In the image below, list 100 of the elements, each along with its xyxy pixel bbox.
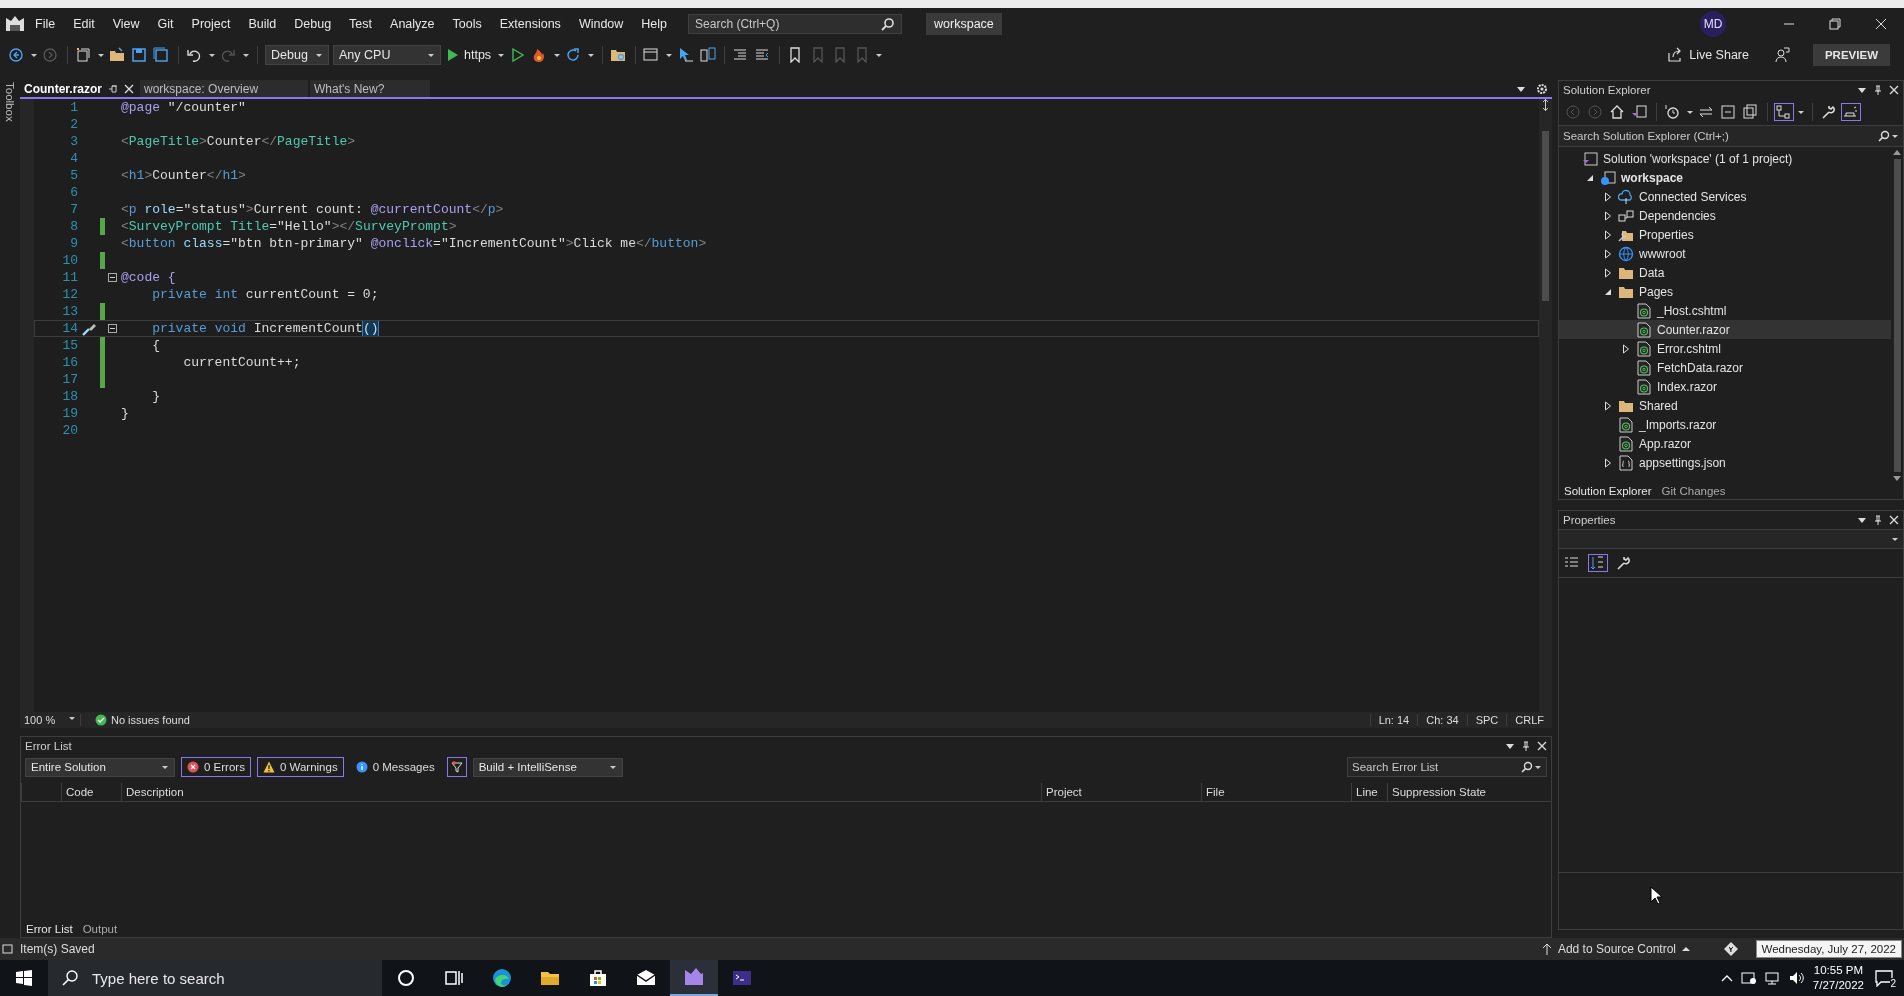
collapsed-arrow-icon[interactable] — [1604, 210, 1612, 221]
feedback-person-icon[interactable] — [1772, 47, 1791, 63]
taskbar-search-field[interactable]: Type here to search — [48, 960, 382, 996]
sort-alpha-icon[interactable] — [1589, 555, 1607, 571]
tree-item[interactable]: App.razor — [1559, 434, 1891, 453]
search-input[interactable]: Search Solution Explorer (Ctrl+;) — [1563, 130, 1877, 142]
tree-item[interactable]: _Imports.razor — [1559, 415, 1891, 434]
network-icon[interactable] — [1764, 970, 1781, 986]
column-header[interactable]: Project — [1041, 783, 1201, 801]
preview-toggle-icon[interactable] — [1842, 104, 1860, 120]
collapsed-arrow-icon[interactable] — [1604, 191, 1612, 202]
tree-item[interactable]: appsettings.json — [1559, 453, 1891, 472]
notifications-button[interactable]: 2 — [1872, 967, 1896, 989]
configuration-dropdown[interactable]: Debug — [265, 45, 329, 65]
search-input[interactable]: Type here to search — [90, 968, 382, 988]
caret-icon[interactable] — [208, 51, 216, 59]
caret-icon[interactable] — [315, 51, 323, 59]
search-field[interactable]: Search Solution Explorer (Ctrl+;) — [1559, 125, 1903, 147]
close-icon[interactable] — [1537, 741, 1547, 751]
menu-item[interactable]: View — [103, 13, 149, 35]
tree-item[interactable]: Properties — [1559, 225, 1891, 244]
wrench-icon[interactable] — [1820, 104, 1838, 120]
tree-item[interactable]: Pages — [1559, 282, 1891, 301]
column-header[interactable]: Code — [61, 783, 121, 801]
history-icon[interactable] — [1664, 104, 1682, 120]
tray-app-icon[interactable] — [1740, 970, 1757, 986]
zoom-dropdown[interactable]: 100 % — [20, 714, 81, 726]
close-icon[interactable] — [124, 83, 134, 94]
collapsed-arrow-icon[interactable] — [1604, 400, 1612, 411]
caret-icon[interactable] — [161, 763, 169, 771]
caret-icon[interactable] — [1534, 763, 1542, 771]
restore-icon[interactable] — [1829, 18, 1841, 30]
tree-item[interactable]: Index.razor — [1559, 377, 1891, 396]
tree-item[interactable]: Error.cshtml — [1559, 339, 1891, 358]
source-control-button[interactable]: Add to Source Control — [1535, 941, 1696, 957]
pin-icon[interactable] — [1873, 85, 1883, 95]
ide-app-icon[interactable] — [683, 966, 705, 988]
git-diamond-icon[interactable] — [1724, 942, 1738, 956]
settings-icon[interactable] — [1536, 82, 1548, 95]
caret-icon[interactable] — [553, 51, 562, 59]
tree-item[interactable]: workspace — [1559, 168, 1891, 187]
column-header[interactable]: File — [1201, 783, 1351, 801]
new-item-icon[interactable] — [75, 47, 93, 63]
wrench-icon[interactable] — [1615, 555, 1633, 571]
column-header[interactable]: Description — [121, 783, 1041, 801]
close-icon[interactable] — [1875, 18, 1887, 30]
collapsed-arrow-icon[interactable] — [1622, 343, 1630, 354]
pin-icon[interactable] — [108, 83, 118, 94]
dropdown-caret-icon[interactable] — [1516, 84, 1526, 93]
caret-icon[interactable] — [665, 51, 674, 59]
pin-icon[interactable] — [1873, 515, 1883, 525]
status-item[interactable]: CRLF — [1506, 714, 1552, 726]
filter-toggle[interactable]: 0 Messages — [349, 757, 441, 777]
document-tab[interactable]: What's New? — [310, 80, 430, 97]
tree-item[interactable]: Connected Services — [1559, 187, 1891, 206]
caret-icon[interactable] — [97, 51, 105, 59]
status-item[interactable]: Ch: 34 — [1417, 714, 1467, 726]
caret-icon[interactable] — [68, 714, 76, 722]
solution-switch-icon[interactable] — [1631, 104, 1649, 120]
tree-item[interactable]: Dependencies — [1559, 206, 1891, 225]
browser-icon[interactable] — [491, 967, 513, 989]
menu-item[interactable]: Git — [148, 13, 183, 35]
caret-icon[interactable] — [242, 51, 250, 59]
collapsed-arrow-icon[interactable] — [1604, 267, 1612, 278]
caret-icon[interactable] — [875, 51, 884, 59]
volume-icon[interactable] — [1788, 970, 1805, 986]
scroll-down-icon[interactable] — [1893, 476, 1901, 482]
menu-item[interactable]: Extensions — [490, 13, 570, 35]
caret-icon[interactable] — [1797, 108, 1805, 116]
collapsed-arrow-icon[interactable] — [1604, 457, 1612, 468]
menu-item[interactable]: Help — [632, 13, 677, 35]
screwdriver-icon[interactable] — [81, 321, 97, 336]
column-header[interactable]: Suppression State — [1387, 783, 1527, 801]
caret-icon[interactable] — [587, 51, 596, 59]
dropdown-caret-icon[interactable] — [1857, 516, 1867, 524]
dropdown-caret-icon[interactable] — [1857, 86, 1867, 94]
close-icon[interactable] — [1889, 515, 1899, 525]
menu-item[interactable]: Test — [340, 13, 382, 35]
panel-tab[interactable]: Git Changes — [1656, 482, 1731, 499]
menu-item[interactable]: File — [26, 13, 65, 35]
search-input[interactable]: Search (Ctrl+Q) — [695, 17, 882, 31]
tree-item[interactable]: Solution 'workspace' (1 of 1 project) — [1559, 149, 1891, 168]
scrollbar-thumb[interactable] — [1542, 131, 1549, 301]
status-item[interactable]: Ln: 14 — [1369, 714, 1418, 726]
search-field[interactable]: Search Error List — [1347, 757, 1547, 777]
status-item[interactable]: SPC — [1466, 714, 1507, 726]
filter-toggle[interactable]: 0 Warnings — [256, 757, 344, 777]
preview-button[interactable]: PREVIEW — [1812, 44, 1890, 66]
run-button[interactable]: https — [445, 48, 494, 62]
tree-item[interactable]: Counter.razor — [1559, 320, 1891, 339]
menu-item[interactable]: Tools — [443, 13, 491, 35]
save-all-icon[interactable] — [153, 47, 171, 63]
panel-tab[interactable]: Output — [77, 920, 123, 937]
tray-up-icon[interactable] — [1720, 974, 1733, 982]
toolbox-tab[interactable]: Toolbox — [4, 80, 16, 124]
menu-item[interactable]: Analyze — [381, 13, 444, 35]
menu-item[interactable]: Project — [182, 13, 240, 35]
tree-item[interactable]: FetchData.razor — [1559, 358, 1891, 377]
tree-item[interactable]: Shared — [1559, 396, 1891, 415]
tree-item[interactable]: wwwroot — [1559, 244, 1891, 263]
